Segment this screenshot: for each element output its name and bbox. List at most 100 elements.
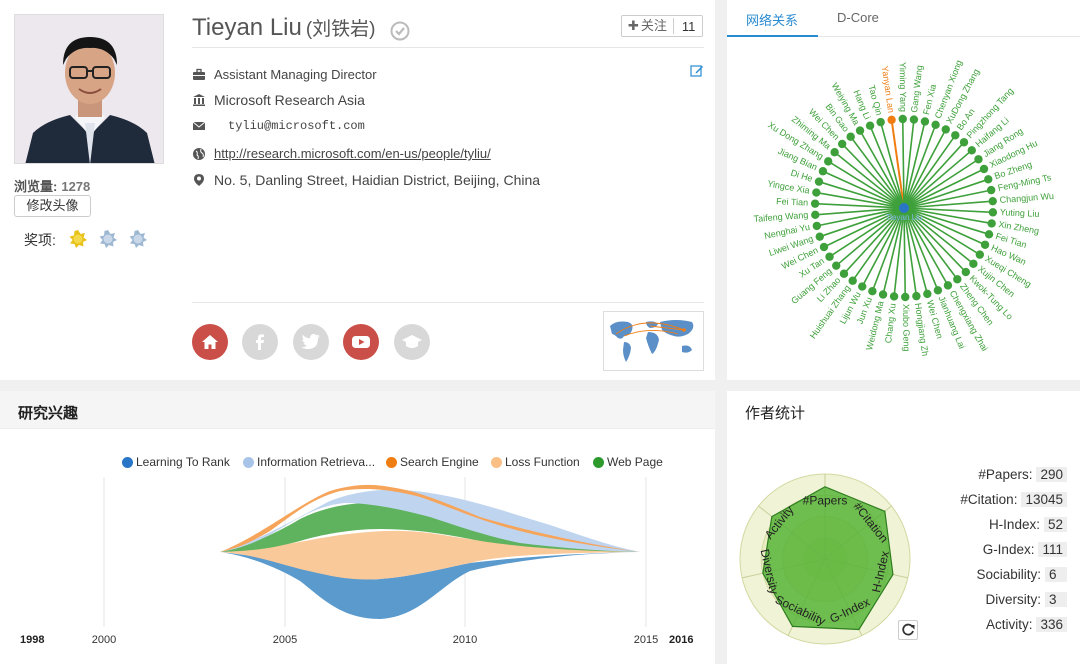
stat-row: H-Index: 52 bbox=[907, 517, 1067, 532]
tab-d-core[interactable]: D-Core bbox=[837, 10, 879, 25]
coauthor-node[interactable] bbox=[984, 175, 993, 184]
x-tick-label: 2015 bbox=[634, 634, 658, 646]
coauthor-node[interactable] bbox=[979, 164, 989, 174]
author-name: Tieyan Liu (刘铁岩) bbox=[192, 14, 376, 41]
coauthor-node[interactable] bbox=[975, 250, 985, 259]
coauthor-node[interactable] bbox=[855, 126, 865, 135]
coauthor-edge bbox=[903, 121, 926, 209]
coauthor-node[interactable] bbox=[830, 148, 839, 157]
coauthor-label[interactable]: Taifeng Wang bbox=[753, 210, 808, 224]
coauthor-node[interactable] bbox=[909, 115, 919, 124]
coauthor-node[interactable] bbox=[811, 210, 820, 220]
coauthor-node[interactable] bbox=[865, 121, 875, 130]
coauthor-node[interactable] bbox=[837, 139, 847, 149]
coauthor-node[interactable] bbox=[878, 290, 888, 299]
coauthor-node[interactable] bbox=[818, 167, 828, 176]
divider bbox=[192, 47, 704, 48]
coauthor-node[interactable] bbox=[933, 286, 943, 295]
scholar-social-button[interactable] bbox=[394, 324, 430, 360]
coauthor-node[interactable] bbox=[823, 157, 833, 166]
coauthor-network-graph[interactable]: Yanyan Lan Yiming Yang Gang WangFen XiaChe… bbox=[727, 37, 1080, 380]
author-stats-panel: 作者统计 #Papers #Citation H-Index G-Index Socia… bbox=[727, 391, 1080, 664]
coauthor-node[interactable] bbox=[967, 146, 976, 155]
x-tick-label: 2000 bbox=[92, 634, 116, 646]
axis-end-label: 2016 bbox=[669, 634, 693, 646]
coauthor-node[interactable] bbox=[812, 188, 821, 197]
coauthor-label[interactable]: Changjun Wu bbox=[999, 191, 1054, 205]
verified-check-icon bbox=[390, 21, 410, 41]
coauthor-node[interactable] bbox=[959, 138, 969, 147]
position-row: Assistant Managing Director bbox=[192, 67, 377, 82]
coauthor-node[interactable] bbox=[986, 185, 996, 195]
coauthor-label[interactable]: Chang Xu bbox=[883, 303, 897, 344]
coauthor-node[interactable] bbox=[923, 289, 932, 299]
twitter-icon bbox=[301, 334, 320, 349]
coauthor-node[interactable] bbox=[988, 208, 998, 217]
coauthor-node[interactable] bbox=[832, 261, 841, 270]
coauthor-node[interactable] bbox=[920, 117, 930, 126]
coauthor-node[interactable] bbox=[876, 117, 885, 127]
coauthor-node[interactable] bbox=[839, 269, 849, 278]
coauthor-node[interactable] bbox=[814, 177, 824, 186]
silver-medal-icon bbox=[99, 230, 117, 248]
coauthor-node[interactable] bbox=[868, 286, 877, 296]
coauthor-node[interactable] bbox=[898, 114, 907, 124]
network-panel: 网络关系 D-Core Yanyan Lan Yiming Yang Gang Wa… bbox=[727, 0, 1080, 380]
coauthor-node[interactable] bbox=[812, 221, 822, 231]
homepage-link[interactable]: http://research.microsoft.com/en-us/peop… bbox=[214, 146, 491, 161]
x-tick-label: 2005 bbox=[273, 634, 297, 646]
coauthor-node[interactable] bbox=[810, 199, 820, 208]
stat-value: 13045 bbox=[1021, 492, 1067, 507]
world-map-icon bbox=[610, 320, 694, 362]
coauthor-node[interactable] bbox=[943, 281, 953, 290]
coauthor-label[interactable]: Xiubo Geng bbox=[901, 304, 912, 352]
world-map-thumbnail[interactable] bbox=[603, 311, 704, 371]
stat-label: Activity: bbox=[985, 617, 1033, 632]
coauthor-label[interactable]: Fei Tian bbox=[776, 196, 808, 208]
coauthor-label[interactable]: Yiming Yang bbox=[898, 62, 909, 112]
stat-value: 111 bbox=[1038, 542, 1067, 557]
coauthor-node[interactable] bbox=[931, 120, 940, 130]
stat-value: 290 bbox=[1036, 467, 1067, 482]
coauthor-node[interactable] bbox=[987, 219, 996, 228]
center-author-node[interactable] bbox=[899, 203, 909, 213]
coauthor-node[interactable] bbox=[819, 242, 829, 252]
gold-medal-icon bbox=[69, 230, 87, 248]
change-avatar-button[interactable]: 修改头像 bbox=[14, 195, 91, 217]
email-row: tyliu@microsoft.com bbox=[192, 119, 365, 133]
coauthor-node[interactable] bbox=[912, 291, 921, 301]
coauthor-node[interactable] bbox=[815, 232, 824, 241]
coauthor-node[interactable] bbox=[848, 276, 857, 285]
coauthor-label[interactable]: Yuting Liu bbox=[1000, 207, 1040, 219]
briefcase-icon bbox=[193, 68, 205, 80]
coauthor-node[interactable] bbox=[961, 267, 971, 277]
coauthor-node[interactable] bbox=[846, 132, 855, 141]
silver-medal-icon bbox=[129, 230, 147, 248]
tab-network-relations[interactable]: 网络关系 bbox=[746, 10, 798, 29]
coauthor-node[interactable] bbox=[974, 155, 983, 164]
follow-button[interactable]: ✚ 关注 11 bbox=[621, 15, 703, 37]
globe-icon bbox=[193, 147, 205, 160]
coauthor-node[interactable] bbox=[825, 252, 834, 261]
envelope-icon bbox=[192, 121, 206, 130]
coauthor-node[interactable] bbox=[988, 196, 997, 206]
stat-value: 52 bbox=[1043, 517, 1067, 532]
coauthor-node[interactable] bbox=[887, 115, 896, 125]
coauthor-node[interactable] bbox=[953, 275, 962, 284]
homepage-social-button[interactable] bbox=[192, 324, 228, 360]
coauthor-node[interactable] bbox=[858, 282, 867, 291]
twitter-social-button[interactable] bbox=[293, 324, 329, 360]
coauthor-node[interactable] bbox=[901, 292, 910, 302]
coauthor-node[interactable] bbox=[984, 230, 994, 239]
facebook-social-button[interactable] bbox=[242, 324, 278, 360]
coauthor-node[interactable] bbox=[951, 131, 960, 140]
affiliation-text: Microsoft Research Asia bbox=[214, 92, 365, 108]
affiliation-row: Microsoft Research Asia bbox=[192, 92, 365, 108]
youtube-social-button[interactable] bbox=[343, 324, 379, 360]
coauthor-node[interactable] bbox=[941, 125, 950, 134]
coauthor-node[interactable] bbox=[980, 240, 990, 249]
edit-icon[interactable] bbox=[690, 64, 704, 78]
coauthor-node[interactable] bbox=[889, 292, 899, 301]
stat-label: H-Index: bbox=[988, 517, 1040, 532]
coauthor-node[interactable] bbox=[969, 259, 978, 268]
